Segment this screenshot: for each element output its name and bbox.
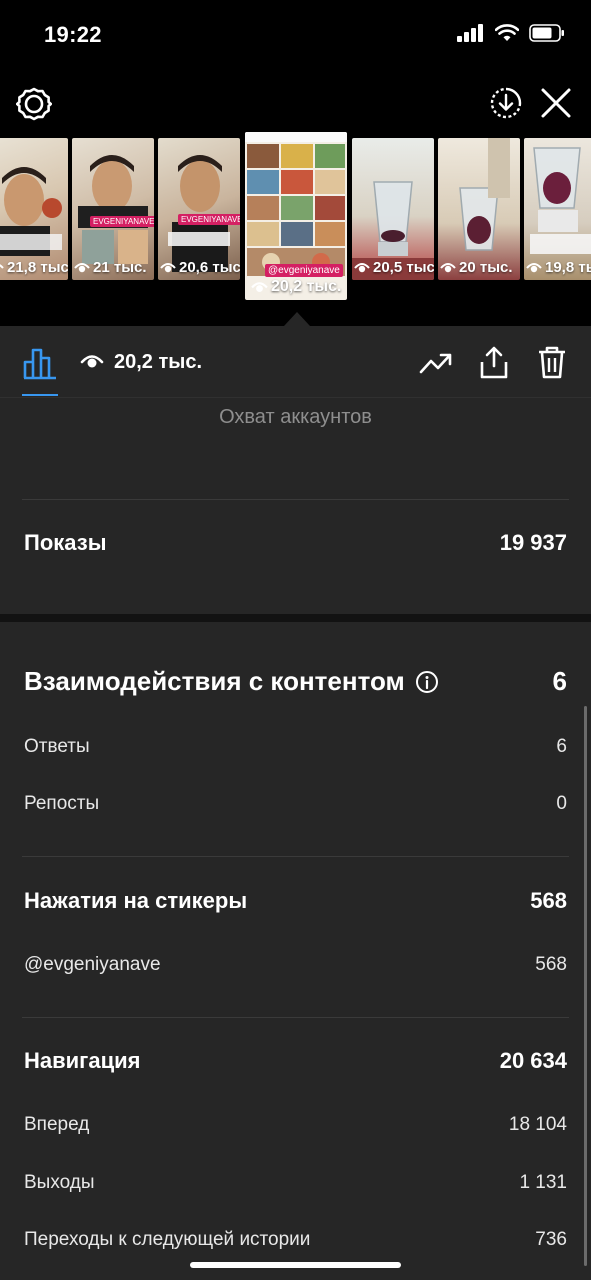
story-header — [0, 70, 591, 134]
eye-icon — [160, 262, 176, 272]
story-views: 21,8 тыс. — [0, 259, 68, 276]
row-label: @evgeniyanave — [24, 954, 161, 975]
impressions-label: Показы — [24, 530, 107, 555]
impressions-row: Показы 19 937 — [24, 530, 567, 556]
trash-icon[interactable] — [536, 344, 568, 380]
status-icons — [457, 24, 565, 42]
story-thumbnail[interactable]: 20 тыс. — [438, 138, 520, 280]
story-views-value: 20 тыс. — [459, 259, 513, 276]
navigation-row-forward: Вперед 18 104 — [24, 1114, 567, 1136]
story-thumbnail[interactable]: 20,5 тыс. — [352, 138, 434, 280]
reach-label: Охват аккаунтов — [219, 406, 372, 428]
settings-icon[interactable] — [16, 86, 52, 122]
total-views: 20,2 тыс. — [114, 351, 203, 373]
story-views: 20,5 тыс. — [354, 259, 434, 276]
interactions-title: Взаимодействия с контентом — [24, 666, 405, 696]
insights-panel: 20,2 тыс. Охват аккаунтов Показы 19 937 … — [0, 326, 591, 1280]
download-icon[interactable] — [487, 84, 525, 122]
divider — [22, 499, 569, 500]
wifi-icon — [495, 24, 519, 41]
navigation-row-exits: Выходы 1 131 — [24, 1172, 567, 1194]
close-icon[interactable] — [539, 86, 573, 120]
navigation-total: 20 634 — [499, 1048, 567, 1073]
home-indicator[interactable] — [190, 1262, 401, 1268]
eye-icon — [354, 262, 370, 272]
row-value: 736 — [535, 1229, 567, 1250]
story-views-value: 20,2 тыс. — [271, 278, 342, 295]
row-label: Выходы — [24, 1172, 95, 1193]
impressions-value: 19 937 — [499, 530, 567, 555]
story-views-value: 19,8 тыс. — [545, 259, 591, 276]
row-value: 6 — [556, 736, 567, 757]
story-views: 20 тыс. — [440, 259, 513, 276]
navigation-title: Навигация — [24, 1048, 141, 1073]
row-value: 18 104 — [508, 1114, 567, 1135]
story-views-value: 21 тыс. — [93, 259, 147, 276]
selected-story-pointer — [284, 312, 310, 326]
story-views: 20,2 тыс. — [251, 278, 341, 296]
row-value: 1 131 — [519, 1172, 567, 1193]
story-views-value: 20,5 тыс. — [373, 259, 434, 276]
divider — [22, 856, 569, 857]
interactions-header: Взаимодействия с контентом 6 — [24, 666, 567, 697]
eye-icon — [0, 263, 4, 269]
story-views-value: 20,6 тыс. — [179, 259, 240, 276]
story-thumbnail[interactable]: EVGENIYANAVE 21 тыс. — [72, 138, 154, 280]
row-label: Вперед — [24, 1114, 90, 1135]
trending-icon[interactable] — [418, 346, 454, 380]
bar-chart-icon[interactable] — [22, 346, 58, 380]
story-mention-tag: EVGENIYANAVE — [90, 216, 154, 227]
divider — [22, 1017, 569, 1018]
signal-icon — [457, 24, 483, 42]
row-label: Ответы — [24, 736, 90, 757]
interactions-row-replies: Ответы 6 — [24, 736, 567, 758]
row-label: Репосты — [24, 793, 100, 814]
story-mention-tag: EVGENIYANAVE — [178, 214, 240, 225]
row-value: 0 — [556, 793, 567, 814]
sticker-taps-total: 568 — [530, 888, 567, 913]
row-value: 568 — [535, 954, 567, 975]
eye-icon — [251, 281, 268, 292]
eye-icon — [80, 355, 104, 368]
share-icon[interactable] — [478, 344, 510, 380]
interactions-total: 6 — [552, 666, 567, 696]
story-views-value: 21,8 тыс. — [7, 259, 68, 276]
story-thumbnail-selected[interactable]: @evgeniyanave 20,2 тыс. — [245, 132, 347, 300]
story-views: 20,6 тыс. — [160, 259, 240, 276]
battery-icon — [529, 24, 564, 42]
eye-icon — [440, 262, 456, 272]
sticker-taps-header: Нажатия на стикеры 568 — [24, 888, 567, 914]
sticker-taps-title: Нажатия на стикеры — [24, 888, 248, 913]
story-thumbnail-strip[interactable]: 21,8 тыс. EVGENIYANAVE 21 тыс. EVGENIYAN… — [0, 130, 591, 326]
story-views: 21 тыс. — [74, 259, 147, 276]
eye-icon — [526, 262, 542, 272]
story-mention-tag: @evgeniyanave — [265, 264, 343, 277]
insights-toolbar: 20,2 тыс. — [0, 326, 591, 398]
story-views: 19,8 тыс. — [526, 259, 591, 276]
navigation-row-next-story: Переходы к следующей истории 736 — [24, 1229, 567, 1251]
active-tab-indicator — [22, 394, 58, 396]
status-time: 19:22 — [44, 22, 102, 47]
row-label: Переходы к следующей истории — [24, 1229, 311, 1250]
navigation-header: Навигация 20 634 — [24, 1048, 567, 1074]
info-icon[interactable] — [415, 670, 439, 694]
sticker-taps-row-mention: @evgeniyanave 568 — [24, 954, 567, 976]
status-bar: 19:22 — [0, 0, 591, 70]
section-separator — [0, 614, 591, 622]
story-thumbnail[interactable]: 19,8 тыс. — [524, 138, 591, 280]
scrollbar[interactable] — [584, 706, 587, 1266]
interactions-row-reposts: Репосты 0 — [24, 793, 567, 815]
story-thumbnail[interactable]: EVGENIYANAVE 20,6 тыс. — [158, 138, 240, 280]
eye-icon — [74, 262, 90, 272]
story-thumbnail[interactable]: 21,8 тыс. — [0, 138, 68, 280]
